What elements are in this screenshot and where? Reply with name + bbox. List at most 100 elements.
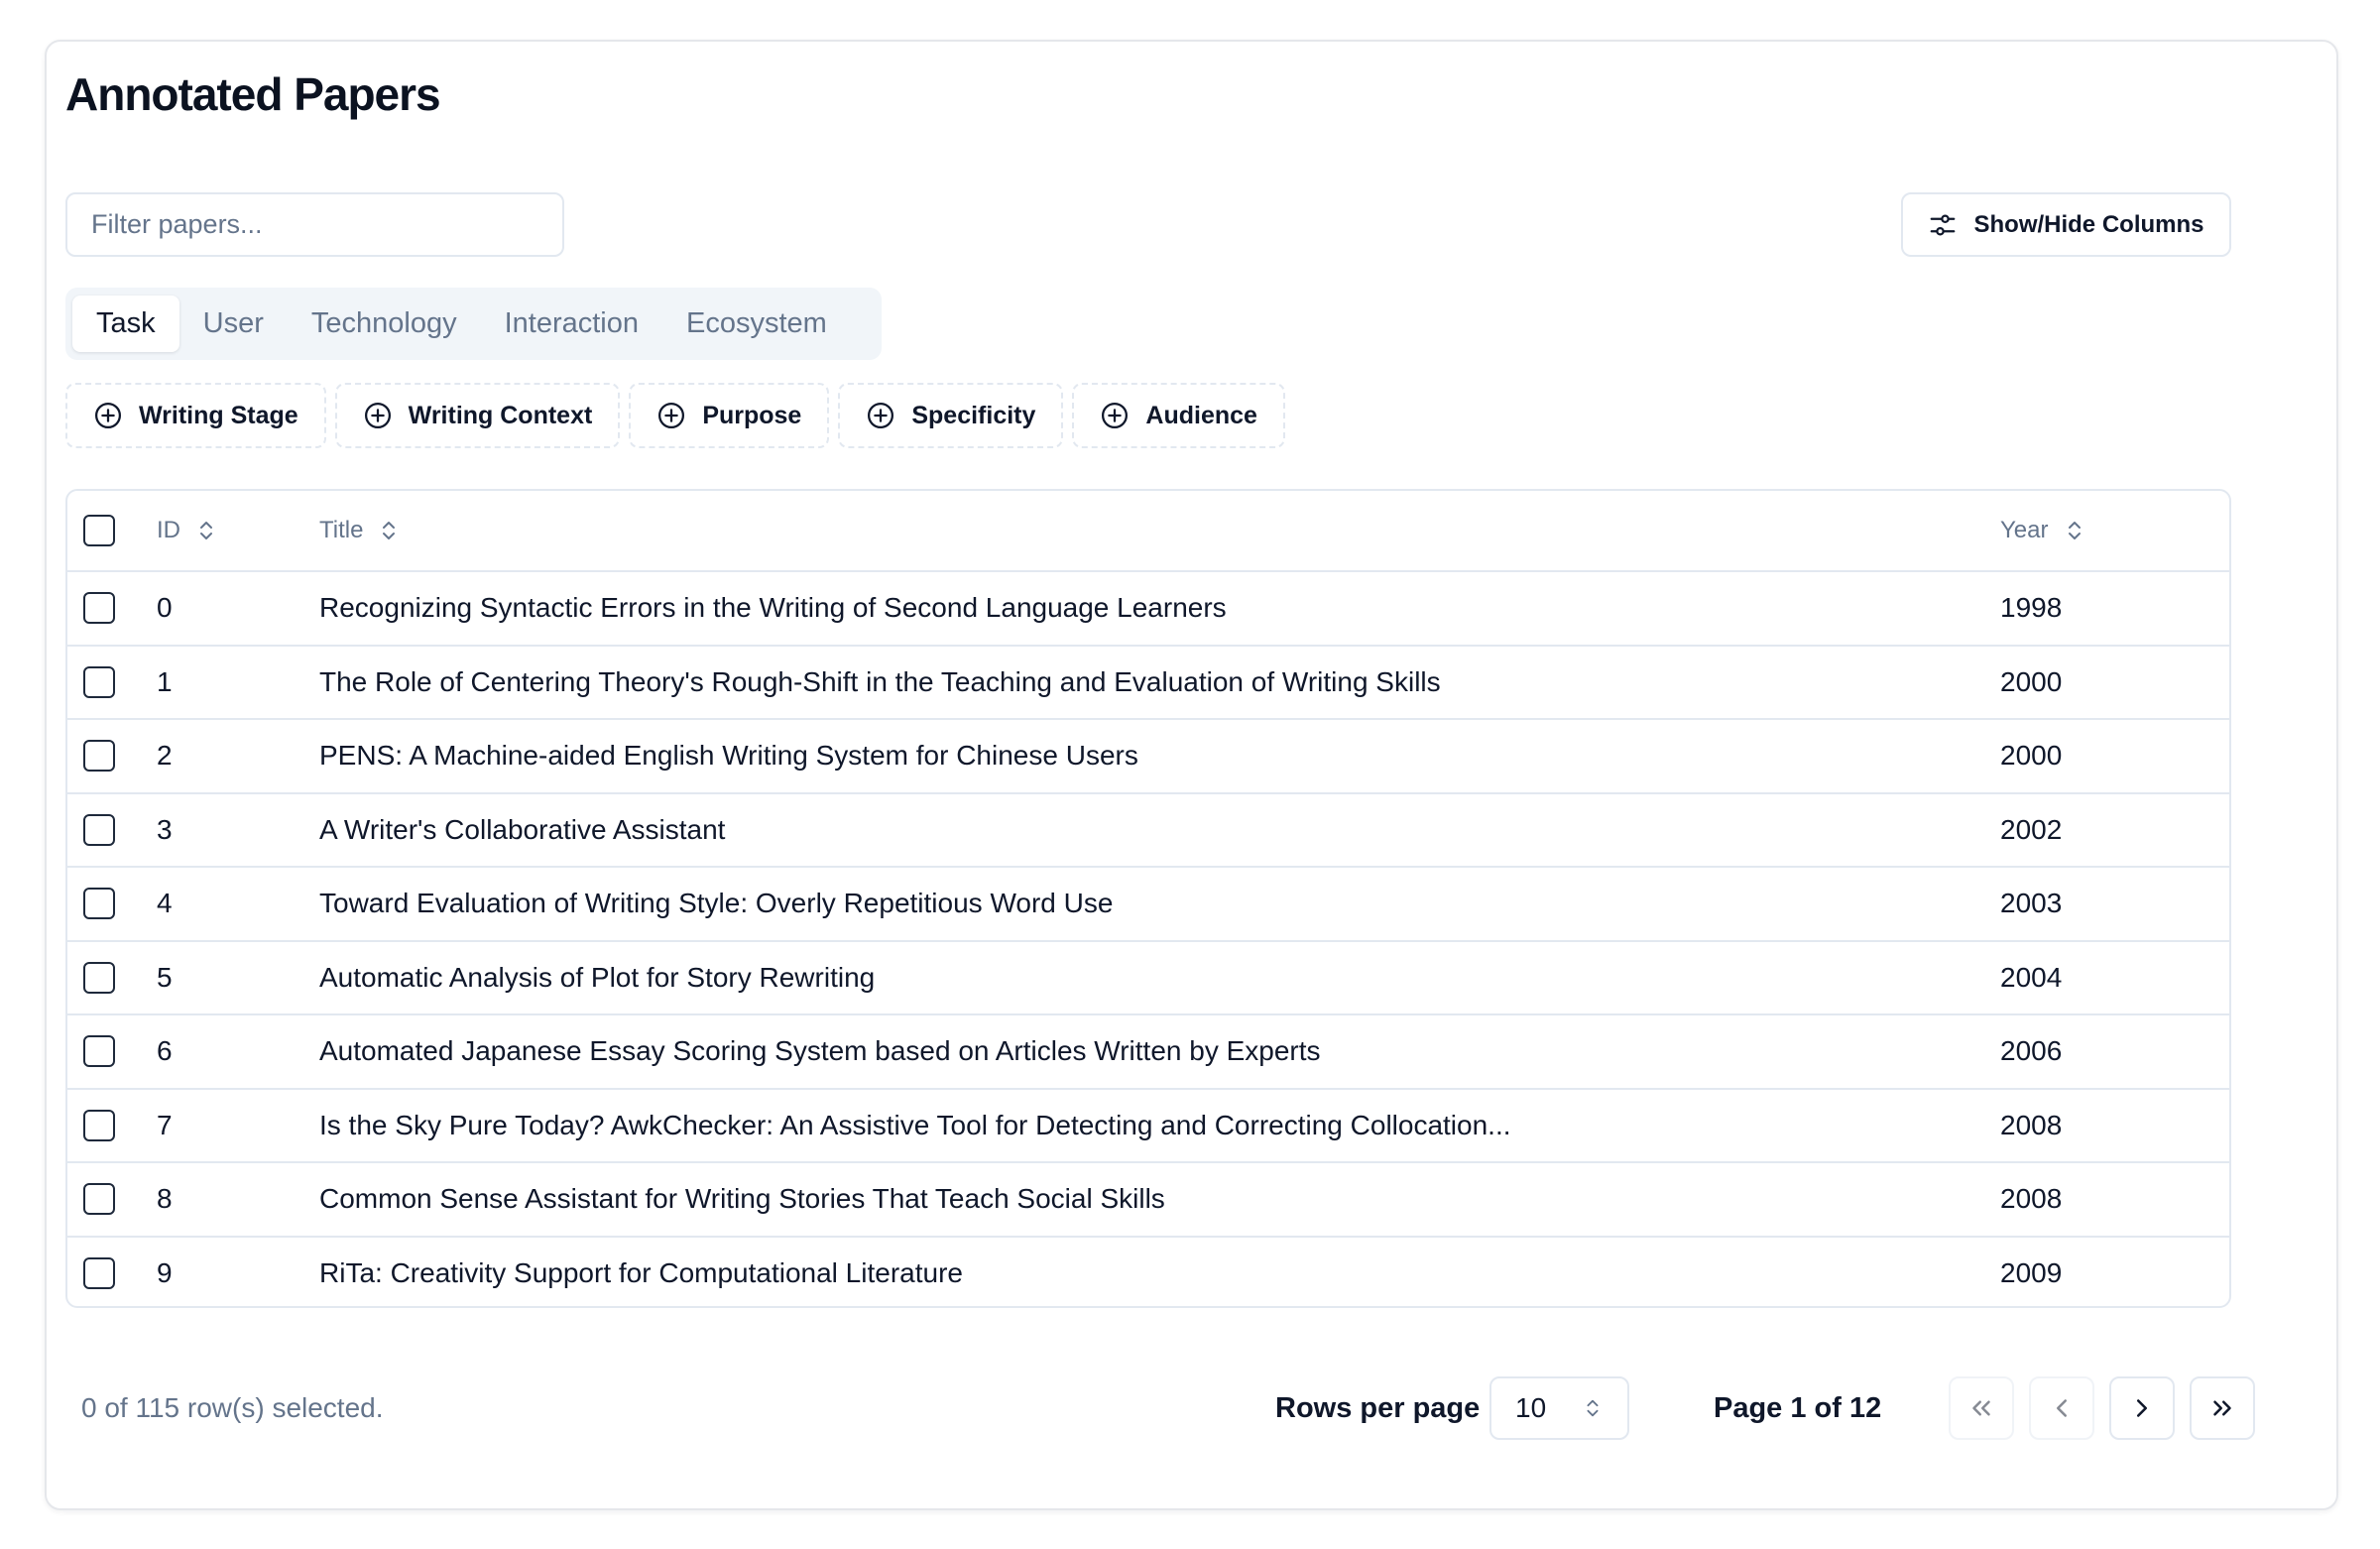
show-hide-columns-button[interactable]: Show/Hide Columns <box>1901 192 2231 257</box>
papers-table: ID Title Year 0 Recognizing Syntactic Er… <box>65 489 2231 1308</box>
chip-label: Writing Context <box>408 401 593 429</box>
chevrons-right-icon <box>2213 1400 2231 1416</box>
cell-year: 2002 <box>2000 813 2063 845</box>
cell-year: 2008 <box>2000 1183 2063 1215</box>
cell-title: Recognizing Syntactic Errors in the Writ… <box>319 592 1227 624</box>
plus-circle-icon <box>1102 403 1129 428</box>
tab-task[interactable]: Task <box>72 296 179 352</box>
cell-year: 1998 <box>2000 592 2063 624</box>
row-checkbox[interactable] <box>83 1035 115 1068</box>
column-header-id-label: ID <box>157 517 180 543</box>
column-header-id[interactable]: ID <box>157 517 319 544</box>
chip-label: Writing Stage <box>139 401 298 429</box>
next-page-button[interactable] <box>2109 1376 2175 1440</box>
chevron-right-icon <box>2137 1399 2147 1417</box>
row-checkbox[interactable] <box>83 888 115 920</box>
cell-title: Automated Japanese Essay Scoring System … <box>319 1035 1321 1067</box>
table-row[interactable]: 9 RiTa: Creativity Support for Computati… <box>67 1235 2229 1307</box>
filter-chips: Writing Stage Writing Context Purpose Sp… <box>65 383 1285 448</box>
rows-per-page-value: 10 <box>1515 1392 1547 1423</box>
sliders-icon <box>1931 214 1956 235</box>
category-tabs: Task User Technology Interaction Ecosyst… <box>65 288 882 360</box>
table-row[interactable]: 8 Common Sense Assistant for Writing Sto… <box>67 1161 2229 1236</box>
cell-id: 6 <box>157 1035 173 1067</box>
page-title: Annotated Papers <box>65 68 441 120</box>
cell-title: The Role of Centering Theory's Rough-Shi… <box>319 665 1441 697</box>
tab-technology[interactable]: Technology <box>288 296 481 352</box>
row-checkbox[interactable] <box>83 961 115 994</box>
filter-papers-input[interactable] <box>65 192 564 257</box>
row-checkbox[interactable] <box>83 813 115 846</box>
plus-circle-icon <box>868 403 894 428</box>
tab-ecosystem[interactable]: Ecosystem <box>662 296 851 352</box>
cell-year: 2000 <box>2000 665 2063 697</box>
chip-specificity[interactable]: Specificity <box>838 383 1064 448</box>
chip-writing-context[interactable]: Writing Context <box>334 383 621 448</box>
table-row[interactable]: 5 Automatic Analysis of Plot for Story R… <box>67 939 2229 1014</box>
chevrons-left-icon <box>1972 1400 1990 1416</box>
cell-id: 1 <box>157 665 173 697</box>
row-checkbox[interactable] <box>83 1109 115 1141</box>
row-checkbox[interactable] <box>83 740 115 773</box>
column-header-title-label: Title <box>319 517 364 543</box>
column-header-title[interactable]: Title <box>319 517 2000 544</box>
cell-id: 8 <box>157 1183 173 1215</box>
cell-title: Common Sense Assistant for Writing Stori… <box>319 1183 1165 1215</box>
column-header-year[interactable]: Year <box>2000 517 2228 544</box>
chevron-up-down-icon <box>1587 1399 1599 1417</box>
last-page-button[interactable] <box>2190 1376 2255 1440</box>
chip-purpose[interactable]: Purpose <box>629 383 830 448</box>
cell-id: 0 <box>157 592 173 624</box>
table-header-row: ID Title Year <box>67 491 2229 570</box>
chevron-left-icon <box>2057 1399 2067 1417</box>
table-row[interactable]: 4 Toward Evaluation of Writing Style: Ov… <box>67 866 2229 940</box>
cell-title: Toward Evaluation of Writing Style: Over… <box>319 888 1114 919</box>
cell-year: 2000 <box>2000 740 2063 772</box>
cell-title: Is the Sky Pure Today? AwkChecker: An As… <box>319 1109 1511 1140</box>
tab-interaction[interactable]: Interaction <box>481 296 662 352</box>
cell-id: 9 <box>157 1256 173 1288</box>
row-checkbox[interactable] <box>83 592 115 625</box>
row-checkbox[interactable] <box>83 1183 115 1216</box>
plus-circle-icon <box>658 403 685 428</box>
cell-year: 2009 <box>2000 1256 2063 1288</box>
cell-title: RiTa: Creativity Support for Computation… <box>319 1256 963 1288</box>
sort-icon <box>2068 522 2081 539</box>
table-footer: 0 of 115 row(s) selected. Rows per page … <box>65 1374 2255 1444</box>
previous-page-button[interactable] <box>2029 1376 2094 1440</box>
table-row[interactable]: 3 A Writer's Collaborative Assistant 200… <box>67 791 2229 867</box>
cell-year: 2006 <box>2000 1035 2063 1067</box>
cell-title: Automatic Analysis of Plot for Story Rew… <box>319 961 876 993</box>
cell-id: 5 <box>157 961 173 993</box>
rows-per-page-label: Rows per page <box>1275 1392 1481 1424</box>
rows-per-page-select[interactable]: 10 <box>1489 1376 1629 1440</box>
row-checkbox[interactable] <box>83 1256 115 1289</box>
chip-writing-stage[interactable]: Writing Stage <box>65 383 326 448</box>
table-row[interactable]: 1 The Role of Centering Theory's Rough-S… <box>67 644 2229 719</box>
table-row[interactable]: 2 PENS: A Machine-aided English Writing … <box>67 718 2229 792</box>
sort-icon <box>200 522 212 539</box>
selection-count: 0 of 115 row(s) selected. <box>81 1392 384 1423</box>
first-page-button[interactable] <box>1949 1376 2014 1440</box>
plus-circle-icon <box>95 403 121 428</box>
cell-title: PENS: A Machine-aided English Writing Sy… <box>319 740 1138 772</box>
table-row[interactable]: 6 Automated Japanese Essay Scoring Syste… <box>67 1013 2229 1088</box>
chip-label: Purpose <box>702 401 802 429</box>
tab-user[interactable]: User <box>179 296 288 352</box>
show-hide-columns-label: Show/Hide Columns <box>1973 210 2204 238</box>
chip-label: Audience <box>1145 401 1257 429</box>
table-row[interactable]: 7 Is the Sky Pure Today? AwkChecker: An … <box>67 1087 2229 1162</box>
select-all-checkbox[interactable] <box>83 515 115 546</box>
table-row[interactable]: 0 Recognizing Syntactic Errors in the Wr… <box>67 570 2229 645</box>
row-checkbox[interactable] <box>83 665 115 698</box>
sort-icon <box>383 522 396 539</box>
cell-id: 2 <box>157 740 173 772</box>
chip-label: Specificity <box>911 401 1036 429</box>
cell-title: A Writer's Collaborative Assistant <box>319 813 726 845</box>
chip-audience[interactable]: Audience <box>1072 383 1285 448</box>
cell-year: 2004 <box>2000 961 2063 993</box>
cell-id: 3 <box>157 813 173 845</box>
cell-year: 2008 <box>2000 1109 2063 1140</box>
cell-id: 4 <box>157 888 173 919</box>
cell-year: 2003 <box>2000 888 2063 919</box>
